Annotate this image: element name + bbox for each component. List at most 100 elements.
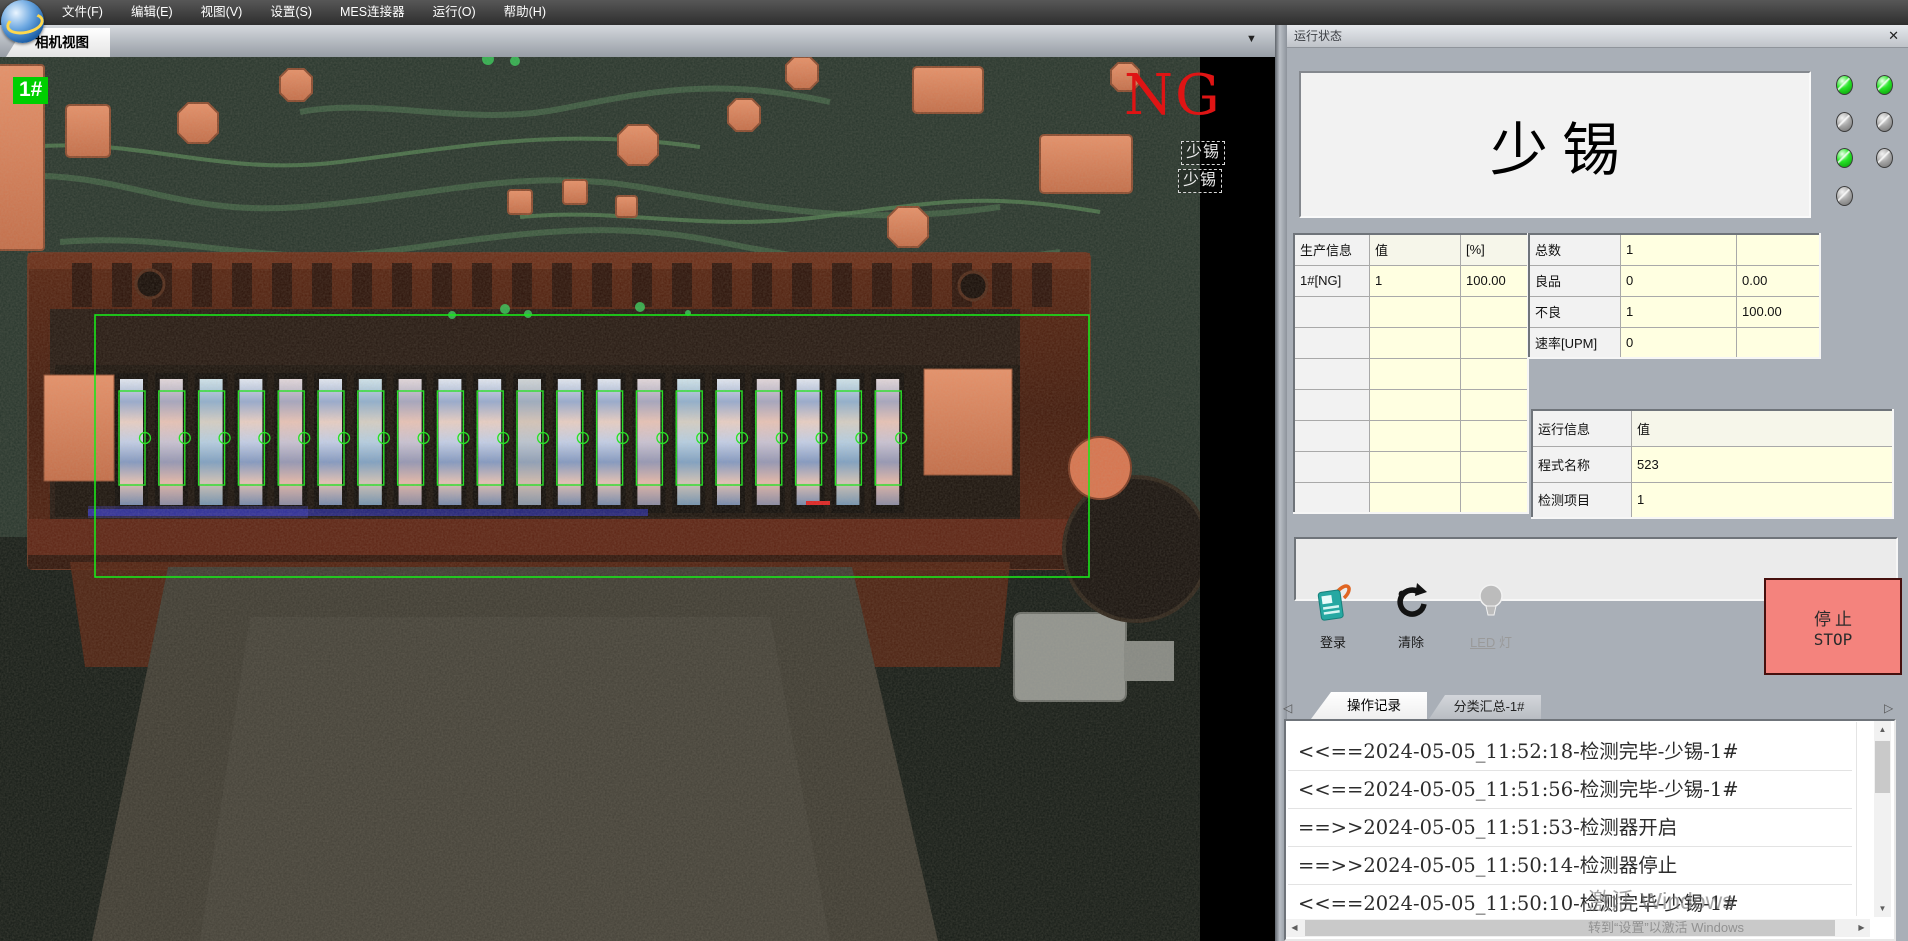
table-cell: 0: [1621, 327, 1737, 358]
table-cell: [1737, 234, 1821, 265]
table-cell: 1: [1632, 482, 1894, 518]
menu-item[interactable]: MES连接器: [326, 0, 419, 25]
tab-scroll-right-icon[interactable]: ▷: [1884, 701, 1893, 715]
table-cell: [1461, 327, 1529, 358]
app-logo-icon: [1, 0, 44, 43]
status-led-off: [1836, 112, 1853, 132]
table-cell: 0.00: [1737, 265, 1821, 296]
table-cell: 总数: [1529, 234, 1621, 265]
table-row: [1294, 482, 1528, 513]
table-row: 不良1100.00: [1529, 296, 1820, 327]
table-row: [1294, 296, 1528, 327]
panel-title: 运行状态: [1294, 25, 1342, 47]
table-cell: [1294, 296, 1370, 327]
table-cell: 程式名称: [1532, 446, 1632, 482]
windows-activation-watermark-sub: 转到“设置”以激活 Windows: [1588, 917, 1744, 936]
menu-item[interactable]: 帮助(H): [490, 0, 560, 25]
camera-view: 1# NG 少锡 少锡: [0, 57, 1275, 941]
menu-item[interactable]: 运行(O): [419, 0, 490, 25]
menu-item[interactable]: 文件(F): [48, 0, 117, 25]
table-cell: [1294, 389, 1370, 420]
table-row: 程式名称523: [1532, 446, 1893, 482]
status-led-on: [1836, 148, 1853, 168]
table-row: 总数1: [1529, 234, 1820, 265]
status-panel-titlebar: 运行状态 ✕: [1287, 25, 1908, 48]
table-cell: 0: [1621, 265, 1737, 296]
menu-item[interactable]: 编辑(E): [117, 0, 187, 25]
hscroll-thumb[interactable]: [1305, 920, 1835, 936]
clear-button[interactable]: 清除: [1378, 581, 1444, 655]
table-cell: [1370, 389, 1461, 420]
table-cell: [1370, 482, 1461, 513]
scroll-up-icon[interactable]: ▲: [1874, 721, 1891, 738]
vertical-scrollbar[interactable]: ▲ ▼: [1874, 721, 1891, 917]
table-cell: [1370, 358, 1461, 389]
status-led-off: [1876, 148, 1893, 168]
table-row: [1294, 389, 1528, 420]
tab-classification-summary[interactable]: 分类汇总-1#: [1429, 695, 1541, 719]
stop-label-cn: 停止: [1810, 605, 1856, 630]
tab-scroll-left-icon[interactable]: ◁: [1283, 701, 1292, 715]
led-light-label: LED 灯: [1458, 632, 1524, 651]
table-cell: [1461, 420, 1529, 451]
table-row: [1294, 358, 1528, 389]
table-header-cell: 值: [1632, 410, 1894, 446]
table-cell: [1461, 296, 1529, 327]
log-entry[interactable]: <<==2024-05-05_11:52:18-检测完毕-少锡-1#: [1288, 733, 1852, 771]
vscroll-thumb[interactable]: [1875, 741, 1890, 793]
table-header-cell: [%]: [1461, 234, 1529, 265]
log-entry[interactable]: ==>>2024-05-05_11:50:14-检测器停止: [1288, 847, 1852, 885]
table-cell: [1370, 451, 1461, 482]
led-light-button[interactable]: LED 灯: [1458, 581, 1524, 655]
log-entry[interactable]: <<==2024-05-05_11:50:10-检测完毕-少锡-1#: [1288, 885, 1852, 923]
menu-bar: 文件(F)编辑(E)视图(V)设置(S)MES连接器运行(O)帮助(H): [0, 0, 1908, 25]
chevron-down-icon[interactable]: ▼: [1246, 33, 1257, 45]
close-icon[interactable]: ✕: [1888, 25, 1899, 47]
log-entry[interactable]: ==>>2024-05-05_11:51:53-检测器开启: [1288, 809, 1852, 847]
horizontal-scrollbar[interactable]: ◀ ▶: [1286, 919, 1870, 937]
menu-item[interactable]: 视图(V): [187, 0, 257, 25]
defect-banner: 少锡: [1299, 71, 1811, 218]
status-led-on: [1836, 75, 1853, 95]
table-header-cell: 生产信息: [1294, 234, 1370, 265]
clear-label: 清除: [1378, 632, 1444, 651]
menu-item[interactable]: 设置(S): [256, 0, 326, 25]
scroll-down-icon[interactable]: ▼: [1874, 900, 1891, 917]
table-cell: 检测项目: [1532, 482, 1632, 518]
login-button[interactable]: 登录: [1300, 581, 1366, 655]
table-header-cell: 值: [1370, 234, 1461, 265]
table-cell: 1#[NG]: [1294, 265, 1370, 296]
table-cell: 1: [1621, 296, 1737, 327]
status-led-off: [1836, 186, 1853, 206]
status-led-off: [1876, 112, 1893, 132]
table-cell: 100.00: [1461, 265, 1529, 296]
table-header-cell: 运行信息: [1532, 410, 1632, 446]
run-info-table: 运行信息值程式名称523检测项目1: [1531, 409, 1894, 519]
table-cell: [1737, 327, 1821, 358]
table-cell: [1461, 482, 1529, 513]
scroll-right-icon[interactable]: ▶: [1853, 919, 1870, 937]
pcb-inspection-image: [0, 57, 1275, 941]
scroll-left-icon[interactable]: ◀: [1286, 919, 1303, 937]
table-row: 1#[NG]1100.00: [1294, 265, 1528, 296]
log-entry[interactable]: <<==2024-05-05_11:51:56-检测完毕-少锡-1#: [1288, 771, 1852, 809]
table-cell: [1461, 358, 1529, 389]
table-row: [1294, 420, 1528, 451]
table-cell: 1: [1370, 265, 1461, 296]
defect-label: 少锡: [1181, 141, 1225, 165]
table-cell: [1370, 327, 1461, 358]
windows-activation-watermark: 激活 Windows: [1588, 882, 1734, 916]
led-indicator-grid: [1830, 68, 1900, 210]
refresh-clear-icon: [1392, 581, 1430, 625]
table-row: [1294, 327, 1528, 358]
table-cell: [1294, 420, 1370, 451]
tab-operation-log[interactable]: 操作记录: [1311, 692, 1427, 719]
table-cell: 1: [1621, 234, 1737, 265]
log-column-separator: [1856, 722, 1857, 916]
stop-button[interactable]: 停止 STOP: [1764, 578, 1902, 675]
table-cell: [1294, 482, 1370, 513]
defect-banner-text: 少锡: [1476, 103, 1634, 187]
table-cell: 523: [1632, 446, 1894, 482]
login-label: 登录: [1300, 632, 1366, 651]
badge-icon: [1314, 581, 1352, 625]
